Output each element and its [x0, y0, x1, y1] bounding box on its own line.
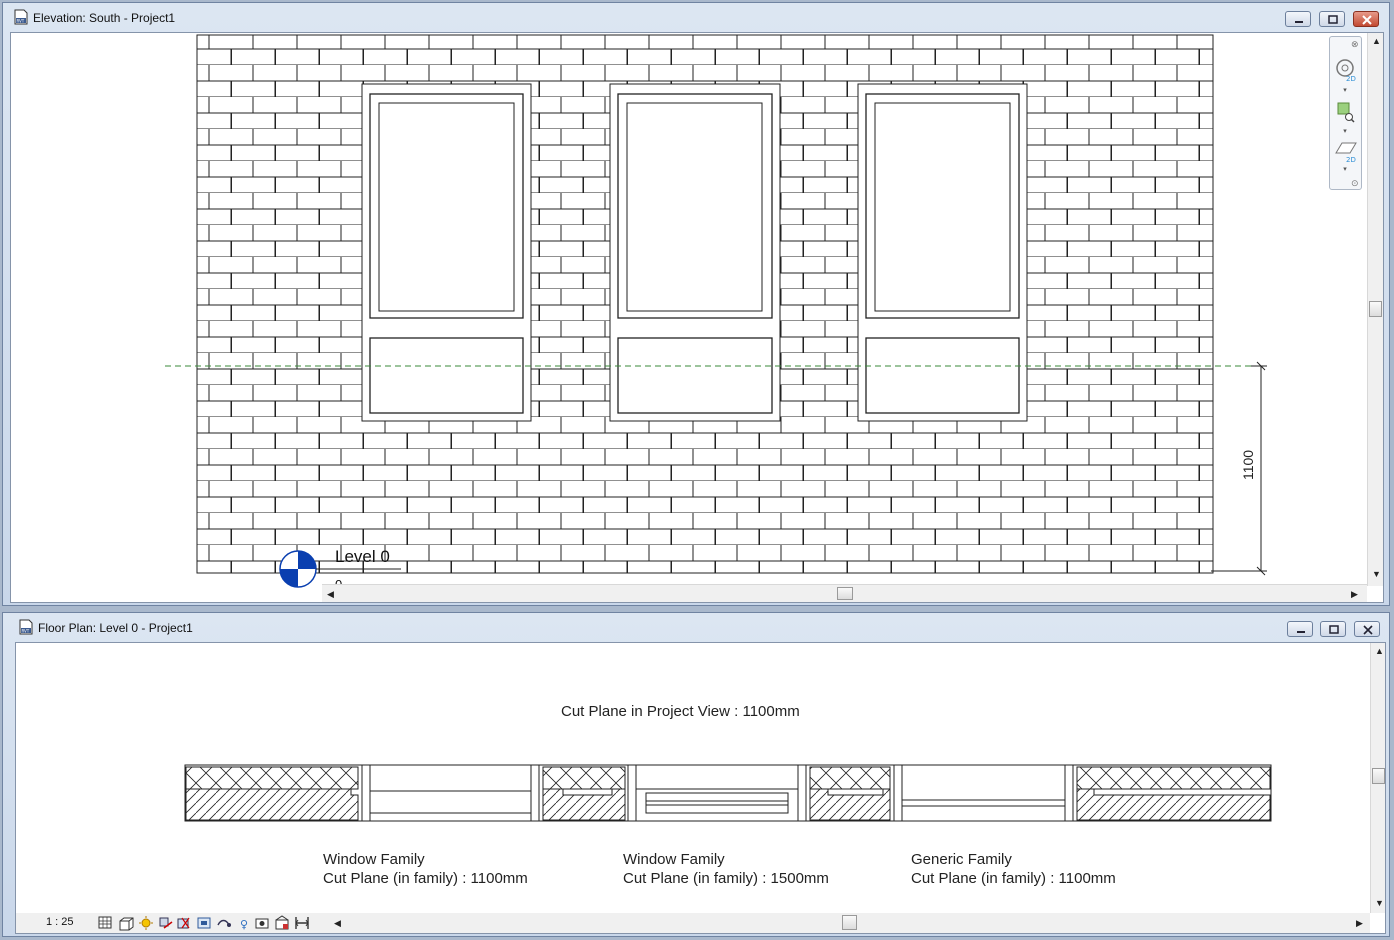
- family-2-cut-plane: Cut Plane (in family) : 1500mm: [623, 870, 829, 887]
- svg-text:▾: ▾: [1343, 86, 1347, 94]
- floor-plan-canvas[interactable]: Cut Plane in Project View : 1100mm Windo…: [15, 642, 1386, 934]
- analytical-model-icon[interactable]: [275, 915, 289, 930]
- horizontal-scroll-thumb[interactable]: [842, 915, 857, 930]
- elevation-window-title: Elevation: South - Project1: [33, 11, 176, 25]
- sun-path-icon[interactable]: [139, 916, 153, 930]
- elevation-canvas[interactable]: Level 0 0 1100 ⊗ 2D ▾ ▾: [10, 32, 1384, 603]
- scroll-left-arrow-icon[interactable]: ◀: [334, 918, 341, 928]
- minimize-button[interactable]: [1285, 11, 1311, 27]
- floor-plan-vertical-scrollbar[interactable]: ▲ ▼: [1370, 643, 1385, 913]
- svg-text:⊙: ⊙: [1351, 179, 1359, 189]
- close-button[interactable]: [1354, 621, 1380, 637]
- navigation-bar: ⊗ 2D ▾ ▾ 2D ▾ ⊙: [1329, 36, 1362, 190]
- floor-plan-drawing: [184, 764, 1272, 822]
- steering-wheel-icon[interactable]: 2D: [1336, 59, 1356, 83]
- close-button[interactable]: [1353, 11, 1379, 27]
- zoom-region-icon[interactable]: [1337, 102, 1355, 123]
- scroll-up-arrow-icon[interactable]: ▲: [1375, 646, 1384, 656]
- unlock-3d-icon[interactable]: [217, 919, 231, 928]
- pan-2d-icon[interactable]: 2D: [1335, 142, 1357, 164]
- restore-icon: [1328, 15, 1338, 24]
- reveal-hidden-icon[interactable]: [255, 918, 269, 929]
- elevation-titlebar[interactable]: RVT Elevation: South - Project1: [3, 3, 1389, 31]
- view-control-bar: 1 : 25 ♀ ◀ ▶: [16, 913, 1370, 933]
- revit-doc-icon: RVT: [14, 9, 28, 25]
- crop-view-icon[interactable]: [177, 917, 190, 929]
- family-1-name: Window Family: [323, 851, 425, 868]
- svg-text:2D: 2D: [1346, 75, 1356, 83]
- svg-text:⊗: ⊗: [1351, 40, 1359, 50]
- level-0-label[interactable]: Level 0: [335, 547, 390, 567]
- scroll-down-arrow-icon[interactable]: ▼: [1375, 898, 1384, 908]
- dimension-text[interactable]: 1100: [1240, 450, 1256, 480]
- family-3-name: Generic Family: [911, 851, 1012, 868]
- svg-text:♀: ♀: [240, 918, 248, 931]
- floor-plan-window-title: Floor Plan: Level 0 - Project1: [38, 621, 193, 635]
- restore-icon: [1329, 625, 1339, 634]
- scroll-left-arrow-icon[interactable]: ◀: [327, 589, 334, 599]
- svg-text:▾: ▾: [1343, 127, 1347, 135]
- minimize-icon: [1297, 631, 1305, 633]
- window-elevation-2[interactable]: [609, 83, 781, 422]
- minimize-button[interactable]: [1287, 621, 1313, 637]
- family-3-cut-plane: Cut Plane (in family) : 1100mm: [911, 870, 1116, 887]
- navigation-bar-icons: ⊗ 2D ▾ ▾ 2D ▾ ⊙: [1335, 40, 1359, 189]
- visual-style-icon[interactable]: [119, 917, 134, 931]
- family-2-name: Window Family: [623, 851, 725, 868]
- svg-text:RVT: RVT: [17, 18, 25, 23]
- restore-button[interactable]: [1319, 11, 1345, 27]
- elevation-vertical-scrollbar[interactable]: ▲ ▼: [1367, 33, 1383, 586]
- svg-text:2D: 2D: [1346, 156, 1356, 164]
- svg-text:▾: ▾: [1343, 165, 1347, 173]
- vertical-scroll-thumb[interactable]: [1369, 301, 1382, 317]
- elevation-drawing: [165, 34, 1267, 588]
- elevation-horizontal-scrollbar[interactable]: ◀ ▶: [322, 584, 1367, 602]
- highlight-displacement-icon[interactable]: [295, 917, 309, 929]
- floor-plan-titlebar[interactable]: RVT Floor Plan: Level 0 - Project1: [3, 613, 1389, 641]
- temporary-hide-icon[interactable]: ♀: [240, 918, 248, 931]
- scroll-right-arrow-icon[interactable]: ▶: [1356, 918, 1363, 928]
- restore-button[interactable]: [1320, 621, 1346, 637]
- window-elevation-3[interactable]: [857, 83, 1028, 422]
- shadows-icon[interactable]: [159, 917, 173, 929]
- scroll-right-arrow-icon[interactable]: ▶: [1351, 589, 1358, 599]
- view-control-icons: ♀: [98, 915, 309, 931]
- close-icon: [1362, 15, 1372, 25]
- vertical-scroll-thumb[interactable]: [1372, 768, 1385, 784]
- window-elevation-1[interactable]: [361, 83, 532, 422]
- floor-plan-window: RVT Floor Plan: Level 0 - Project1 Cut P…: [2, 612, 1390, 937]
- show-crop-icon[interactable]: [197, 917, 211, 929]
- view-scale[interactable]: 1 : 25: [46, 916, 74, 928]
- horizontal-scroll-thumb[interactable]: [837, 587, 853, 600]
- close-icon: [1363, 625, 1373, 635]
- dimension-1100[interactable]: [1211, 361, 1267, 576]
- family-1-cut-plane: Cut Plane (in family) : 1100mm: [323, 870, 528, 887]
- scroll-down-arrow-icon[interactable]: ▼: [1372, 569, 1381, 579]
- scroll-up-arrow-icon[interactable]: ▲: [1372, 36, 1381, 46]
- elevation-window: RVT Elevation: South - Project1 Level 0 …: [2, 2, 1390, 606]
- svg-text:RVT: RVT: [22, 628, 30, 633]
- minimize-icon: [1295, 21, 1303, 23]
- detail-level-icon[interactable]: [98, 916, 112, 929]
- revit-doc-icon: RVT: [19, 619, 33, 635]
